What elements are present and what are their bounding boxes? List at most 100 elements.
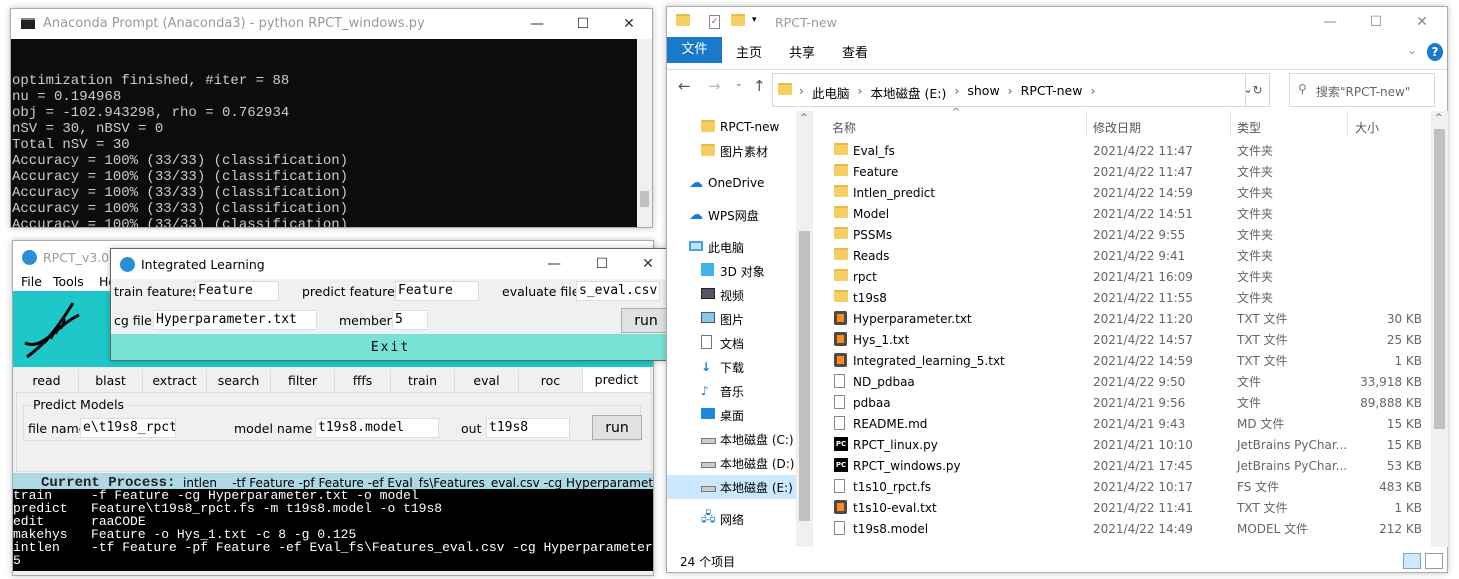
minimize-button[interactable]: — (514, 9, 560, 39)
tab-search[interactable]: search (207, 369, 271, 392)
tab-filter[interactable]: filter (271, 369, 335, 392)
nav-item[interactable]: 本地磁盘 (E:) (667, 475, 797, 499)
breadcrumb-item[interactable]: RPCT-new (1021, 83, 1083, 102)
file-row[interactable]: Hys_1.txt 2021/4/22 14:57 TXT 文件 25 KB (815, 329, 1430, 350)
file-row[interactable]: Eval_fs 2021/4/22 11:47 文件夹 (815, 140, 1430, 161)
model-name-input[interactable]: t19s8.model (315, 418, 439, 438)
file-row[interactable]: ND_pdbaa 2021/4/22 9:50 文件 33,918 KB (815, 371, 1430, 392)
tab-train[interactable]: train (391, 369, 455, 392)
predict-features-input[interactable]: Feature (395, 281, 479, 301)
dialog-minimize-button[interactable]: — (531, 249, 577, 279)
breadcrumb-item[interactable]: 此电脑 (812, 83, 850, 102)
nav-item[interactable]: ♪ 音乐 (667, 379, 797, 403)
drive-icon (701, 456, 716, 471)
file-row[interactable]: Feature 2021/4/22 11:47 文件夹 (815, 161, 1430, 182)
out-input[interactable]: t19s8 (486, 418, 570, 438)
help-icon[interactable]: ? (1427, 43, 1443, 61)
anaconda-console[interactable]: optimization finished, #iter = 88 nu = 0.… (11, 39, 637, 227)
explorer-title: RPCT-new (775, 15, 837, 30)
ribbon-expand-icon[interactable]: ⌄ (1407, 43, 1417, 57)
forward-icon[interactable]: → (708, 77, 721, 95)
member-input[interactable]: 5 (392, 310, 428, 330)
train-features-input[interactable]: Feature (195, 281, 279, 301)
breadcrumb-item[interactable]: 本地磁盘 (E:) (871, 83, 947, 102)
evaluate-file-input[interactable]: s_eval.csv (576, 281, 660, 301)
cg-file-input[interactable]: Hyperparameter.txt (153, 310, 317, 330)
tab-eval[interactable]: eval (455, 369, 519, 392)
file-row[interactable]: Model 2021/4/22 14:51 文件夹 (815, 203, 1430, 224)
nav-item[interactable]: ☁ OneDrive (667, 171, 797, 195)
file-row[interactable]: Integrated_learning_5.txt 2021/4/22 14:59… (815, 350, 1430, 371)
ribbon-tab-share[interactable]: 共享 (789, 42, 815, 61)
menu-tools[interactable]: Tools (53, 274, 84, 289)
file-row[interactable]: Hyperparameter.txt 2021/4/22 11:20 TXT 文件 3… (815, 308, 1430, 329)
ribbon-tab-file[interactable]: 文件 (667, 37, 722, 63)
refresh-button[interactable]: ↻ (1245, 73, 1270, 107)
predict-run-button[interactable]: run (592, 415, 642, 440)
col-size[interactable]: 大小 (1355, 119, 1379, 136)
up-icon[interactable]: ↑ (753, 77, 766, 95)
dialog-run-button[interactable]: run (621, 308, 671, 333)
recent-dropdown-icon[interactable]: ⌄ (735, 79, 743, 89)
explorer-maximize-button[interactable]: ☐ (1353, 7, 1399, 37)
dialog-close-button[interactable]: ✕ (625, 249, 671, 279)
nav-scrollbar[interactable]: ^ (796, 111, 813, 547)
file-row[interactable]: Reads 2021/4/22 9:41 文件夹 (815, 245, 1430, 266)
col-name[interactable]: 名称 (832, 119, 856, 136)
ribbon-tab-view[interactable]: 查看 (842, 42, 868, 61)
tab-blast[interactable]: blast (79, 369, 143, 392)
rpct-console[interactable]: train -f Feature -cg Hyperparameter.txt … (13, 489, 653, 571)
explorer-minimize-button[interactable]: — (1307, 7, 1353, 37)
file-row[interactable]: t19s8 2021/4/22 11:55 文件夹 (815, 287, 1430, 308)
tab-fffs[interactable]: fffs (335, 369, 391, 392)
console-scrollbar[interactable] (637, 39, 652, 227)
file-row[interactable]: PC RPCT_windows.py 2021/4/21 17:45 JetBrain… (815, 455, 1430, 476)
file-scrollbar[interactable]: ^ (1431, 111, 1448, 547)
tab-predict[interactable]: predict (583, 367, 651, 392)
nav-item[interactable]: 图片素材 (667, 139, 797, 163)
nav-item[interactable]: RPCT-new (667, 115, 797, 139)
menu-file[interactable]: File (21, 274, 42, 289)
large-icons-view-icon[interactable] (1425, 553, 1443, 569)
col-type[interactable]: 类型 (1237, 119, 1261, 136)
file-row[interactable]: pdbaa 2021/4/21 9:56 文件 89,888 KB (815, 392, 1430, 413)
file-row[interactable]: README.md 2021/4/21 9:43 MD 文件 15 KB (815, 413, 1430, 434)
new-folder-icon[interactable] (731, 14, 745, 26)
nav-item[interactable]: 3D 对象 (667, 259, 797, 283)
close-button[interactable]: ✕ (606, 9, 652, 39)
nav-item[interactable]: 此电脑 (667, 235, 797, 259)
properties-icon[interactable]: ✓ (709, 15, 720, 29)
nav-item[interactable]: 视频 (667, 283, 797, 307)
file-row[interactable]: rpct 2021/4/21 16:09 文件夹 (815, 266, 1430, 287)
qat-dropdown-icon[interactable]: ▾ (752, 15, 757, 25)
search-box[interactable]: ⚲ 搜索"RPCT-new" (1289, 73, 1435, 107)
nav-item[interactable]: 🖧 网络 (667, 507, 797, 531)
nav-item[interactable]: 桌面 (667, 403, 797, 427)
dialog-maximize-button[interactable]: ☐ (579, 249, 625, 279)
file-row[interactable]: t1s10_rpct.fs 2021/4/22 10:17 FS 文件 483 KB (815, 476, 1430, 497)
nav-item[interactable]: 图片 (667, 307, 797, 331)
exit-button[interactable]: Exit (111, 334, 670, 360)
maximize-button[interactable]: ☐ (560, 9, 606, 39)
nav-item[interactable]: ↓ 下载 (667, 355, 797, 379)
ribbon-tab-home[interactable]: 主页 (736, 42, 762, 61)
nav-item[interactable]: ☁ WPS网盘 (667, 203, 797, 227)
explorer-close-button[interactable]: ✕ (1399, 7, 1445, 37)
nav-item[interactable]: 本地磁盘 (C:) (667, 427, 797, 451)
file-name-input[interactable]: e\t19s8_rpct.fs (80, 418, 176, 438)
address-bar[interactable]: › 此电脑 › 本地磁盘 (E:) › show › RPCT-new › ⌄ (772, 73, 1270, 107)
breadcrumb-item[interactable]: show (967, 83, 999, 102)
col-date[interactable]: 修改日期 (1093, 119, 1141, 136)
nav-item[interactable]: 本地磁盘 (D:) (667, 451, 797, 475)
tab-read[interactable]: read (15, 369, 79, 392)
file-row[interactable]: Intlen_predict 2021/4/22 14:59 文件夹 (815, 182, 1430, 203)
file-row[interactable]: PC RPCT_linux.py 2021/4/21 10:10 JetBrains … (815, 434, 1430, 455)
file-row[interactable]: t1s10-eval.txt 2021/4/22 11:41 TXT 文件 1 KB (815, 497, 1430, 518)
file-row[interactable]: t19s8.model 2021/4/22 14:49 MODEL 文件 212 KB (815, 518, 1430, 539)
tab-extract[interactable]: extract (143, 369, 207, 392)
back-icon[interactable]: ← (678, 77, 691, 95)
nav-item[interactable]: 文档 (667, 331, 797, 355)
tab-roc[interactable]: roc (519, 369, 583, 392)
file-row[interactable]: PSSMs 2021/4/22 9:55 文件夹 (815, 224, 1430, 245)
details-view-icon[interactable] (1403, 553, 1421, 569)
